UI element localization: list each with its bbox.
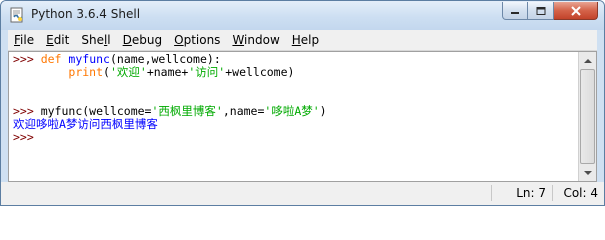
menu-shell[interactable]: Shell [75,33,116,47]
code-token: ( [103,65,110,79]
menu-bar: File Edit Shell Debug Options Window Help [8,30,597,51]
code-token: ) [319,104,327,118]
close-button[interactable] [554,2,598,20]
shell-output[interactable]: >>> def myfunc(name,wellcome): print('欢迎… [13,53,574,181]
chevron-down-icon [583,170,592,175]
window-title: Python 3.6.4 Shell [31,7,141,21]
status-separator [491,185,492,201]
maximize-button[interactable] [528,2,554,20]
status-separator [552,185,553,201]
scroll-down-button[interactable] [579,164,596,181]
caption-buttons [502,2,598,21]
close-icon [570,5,581,16]
code-token: '访问' [188,65,226,79]
code-token: '哆啦A梦' [264,104,320,118]
shell-line: print('欢迎'+name+'访问'+wellcome) [13,66,574,79]
code-token: >>> [13,130,41,144]
line-number: Ln: 7 [516,186,546,200]
menu-debug[interactable]: Debug [117,33,168,47]
python-idle-icon[interactable] [9,7,25,23]
menu-help[interactable]: Help [286,33,325,47]
status-bar: Ln: 7 Col: 4 [1,182,604,205]
chevron-up-icon [583,58,592,63]
scroll-thumb[interactable] [580,69,595,164]
code-token: '西枫里博客' [151,104,223,118]
title-bar[interactable]: Python 3.6.4 Shell [1,1,604,30]
code-token: myfunc(wellcome= [40,104,152,118]
code-token: +name+ [146,65,189,79]
code-token: >>> [13,52,41,66]
minimize-icon [511,11,519,14]
code-token: ,name= [222,104,265,118]
code-token: myfunc [68,52,110,66]
column-number: Col: 4 [563,186,598,200]
code-token: '欢迎' [109,65,147,79]
code-token: (name,wellcome): [109,52,221,66]
menu-edit[interactable]: Edit [40,33,75,47]
maximize-icon [536,6,545,15]
menu-options[interactable]: Options [168,33,226,47]
vertical-scrollbar[interactable] [578,52,596,181]
idle-shell-window: Python 3.6.4 Shell File Edit Shell Debug Opt… [0,0,605,206]
menu-file[interactable]: File [8,33,40,47]
code-token: +wellcome) [225,65,295,79]
code-token: print [68,65,104,79]
shell-line: >>> [13,131,574,144]
shell-line: 欢迎哆啦A梦访问西枫里博客 [13,118,574,131]
code-token: def [40,52,62,66]
code-token: >>> [13,104,41,118]
scroll-up-button[interactable] [579,52,596,69]
minimize-button[interactable] [502,2,528,20]
code-token: 欢迎哆啦A梦访问西枫里博客 [13,117,158,131]
menu-window[interactable]: Window [226,33,285,47]
shell-text-area[interactable]: >>> def myfunc(name,wellcome): print('欢迎… [8,51,597,182]
